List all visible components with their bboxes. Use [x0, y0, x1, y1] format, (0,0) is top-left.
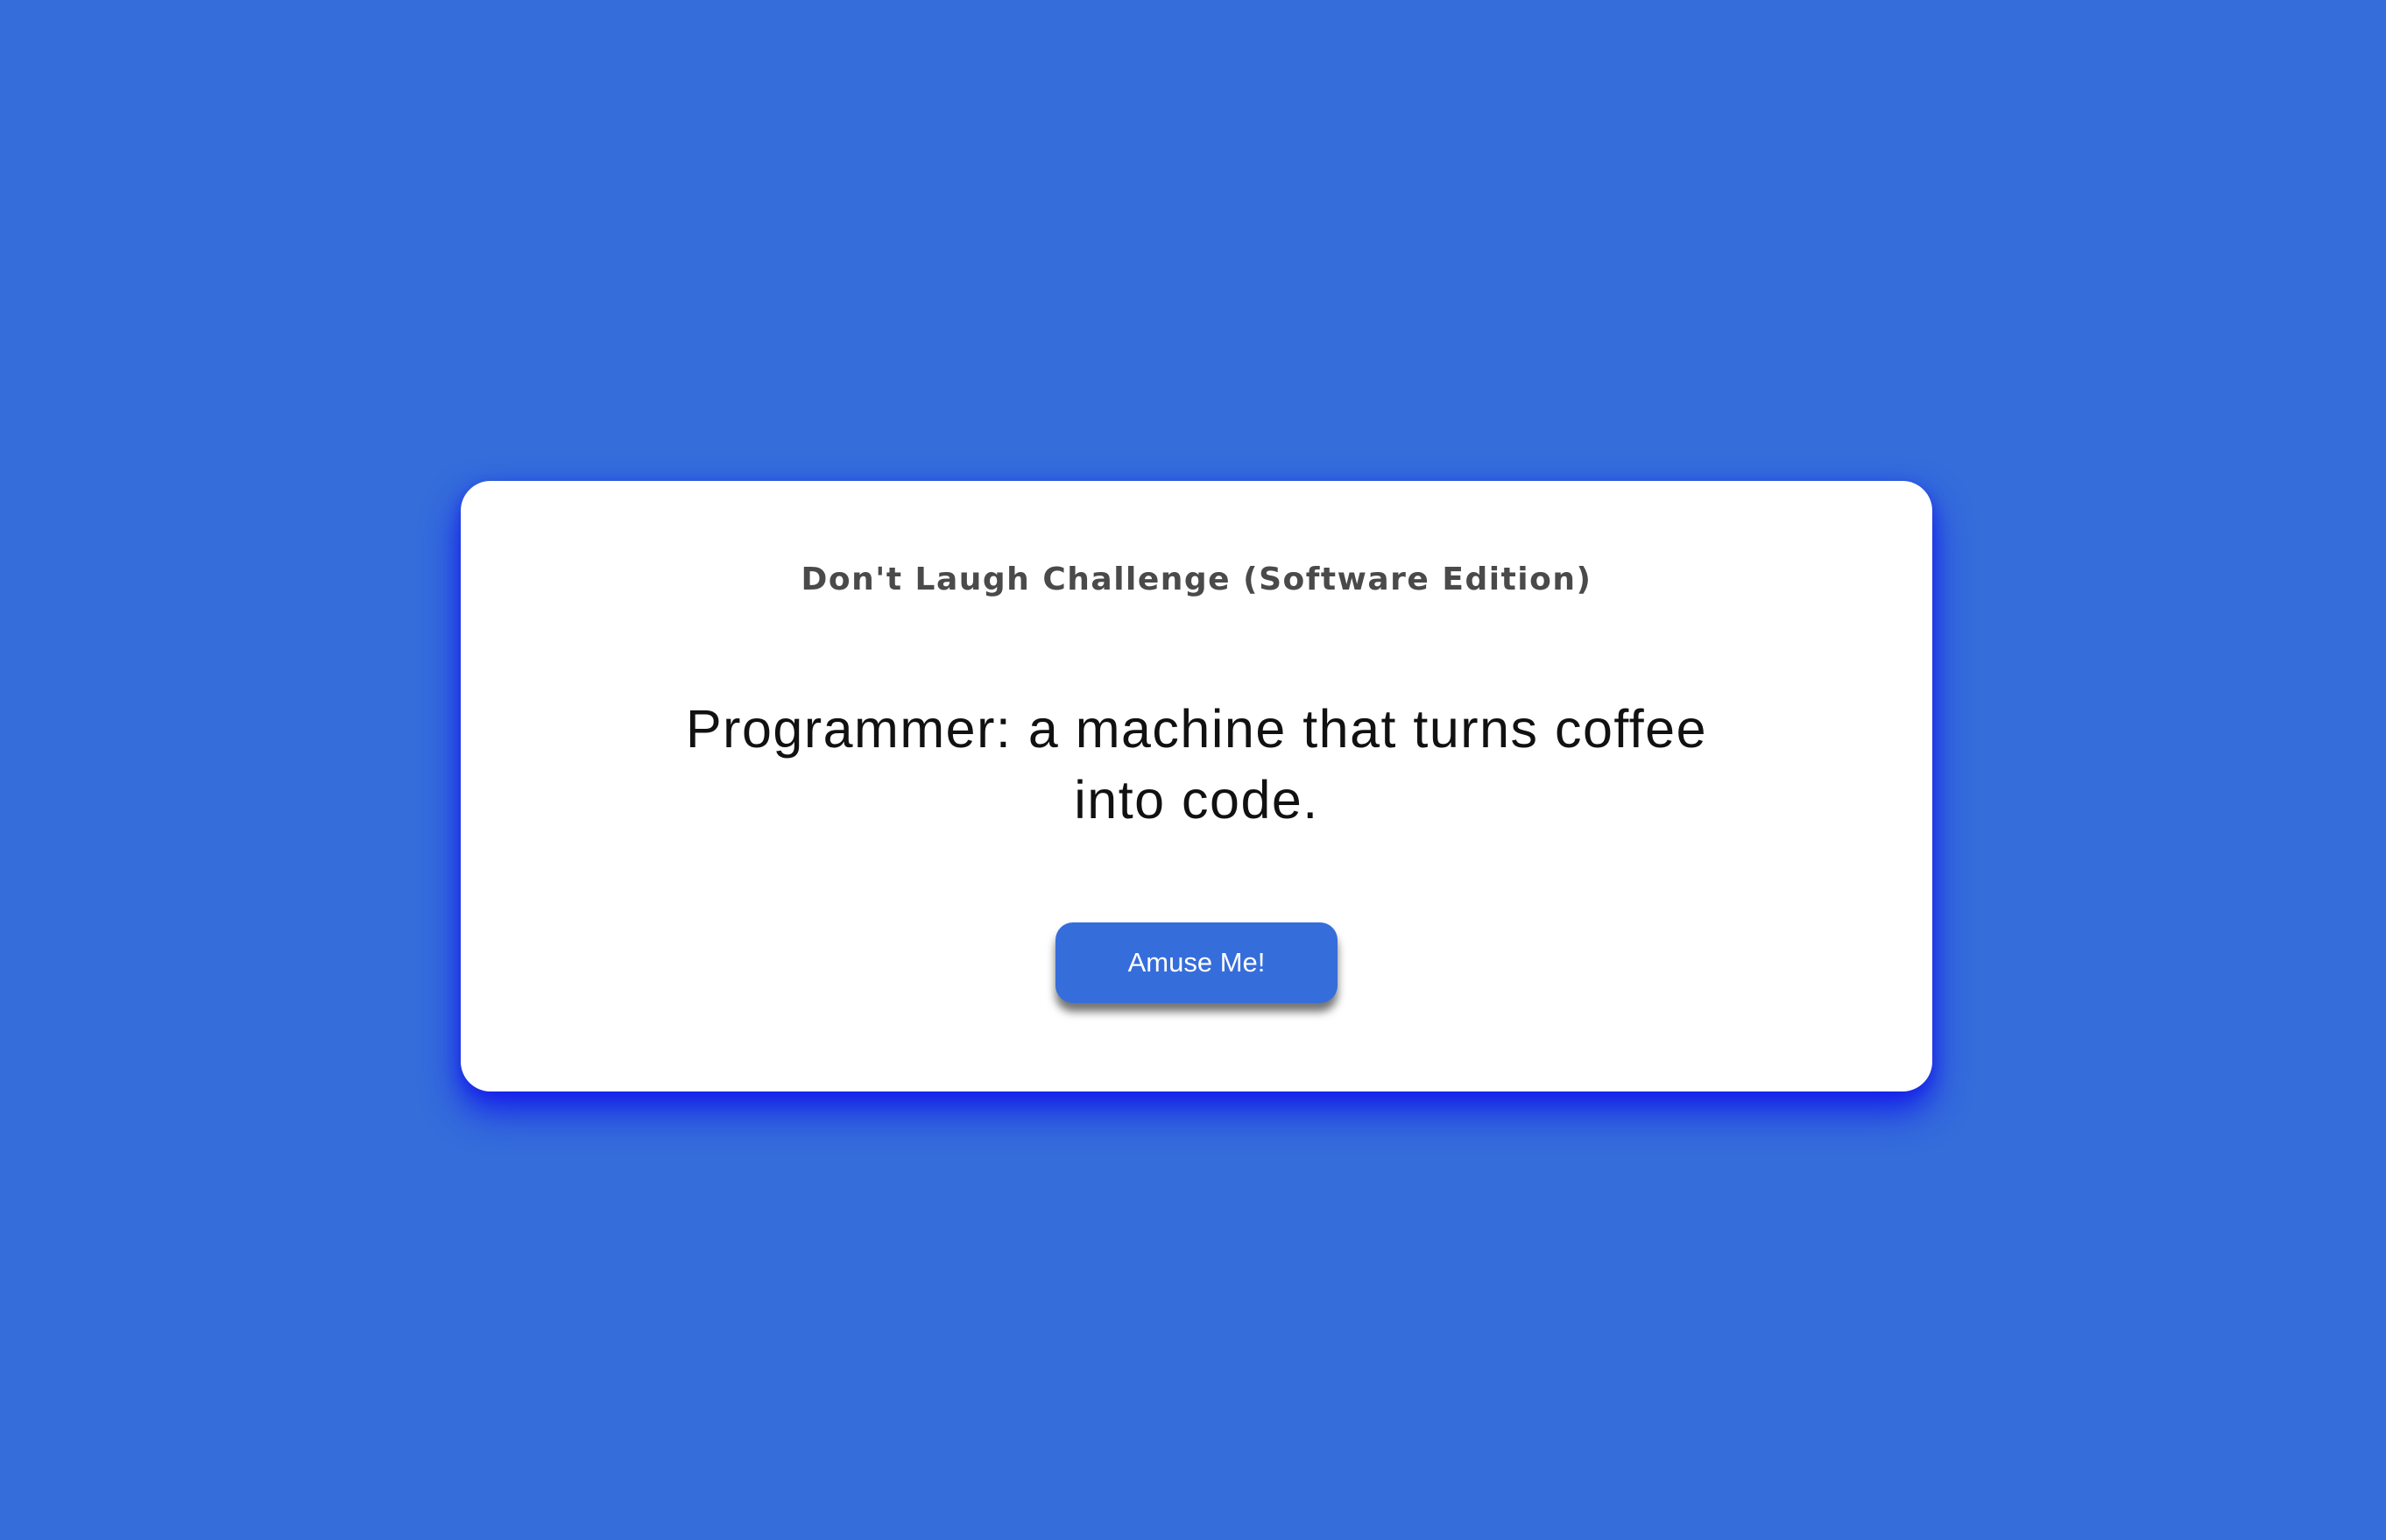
amuse-me-button[interactable]: Amuse Me!: [1055, 922, 1338, 1003]
card-title: Don't Laugh Challenge (Software Edition): [801, 562, 1592, 597]
joke-card: Don't Laugh Challenge (Software Edition)…: [461, 481, 1932, 1091]
joke-text: Programmer: a machine that turns coffee …: [685, 699, 1708, 830]
